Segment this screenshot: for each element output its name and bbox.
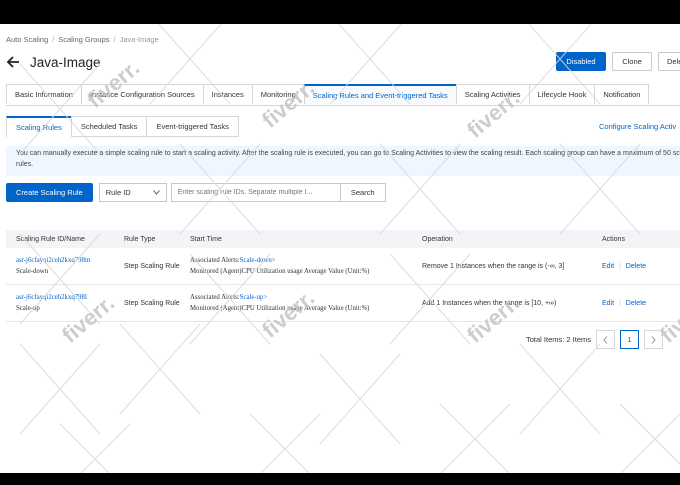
tab-scaling-rules-and-event-triggered-tasks[interactable]: Scaling Rules and Event-triggered Tasks [303, 84, 457, 104]
main-tabs: Basic Information Instance Configuration… [6, 84, 680, 106]
rule-id-link[interactable]: asr-j6cfayqi2ceh2kxq798l [16, 294, 114, 301]
tab-instances[interactable]: Instances [202, 84, 253, 104]
operation-text: Remove 1 Instances when the range is (-∞… [412, 248, 592, 285]
alert-link[interactable]: Scale-up> [240, 294, 268, 301]
alert-link[interactable]: Scale-down> [240, 257, 276, 264]
rule-id-select-value: Rule ID [105, 188, 131, 197]
tab-notification[interactable]: Notification [594, 84, 650, 104]
rule-name: Scale-up [16, 305, 40, 312]
back-arrow-icon[interactable] [6, 55, 20, 69]
clone-button[interactable]: Clone [612, 52, 652, 71]
disabled-button[interactable]: Disabled [556, 52, 606, 71]
delete-button[interactable]: Dele [658, 52, 680, 71]
breadcrumb-auto-scaling[interactable]: Auto Scaling [6, 35, 48, 44]
toolbar: Create Scaling Rule Rule ID Search [6, 183, 386, 202]
create-scaling-rule-button[interactable]: Create Scaling Rule [6, 183, 93, 202]
rule-type: Step Scaling Rule [114, 248, 180, 285]
tab-scaling-activities[interactable]: Scaling Activities [455, 84, 530, 104]
col-actions: Actions [592, 230, 680, 248]
rule-type: Step Scaling Rule [114, 284, 180, 322]
chevron-right-icon [651, 335, 656, 344]
breadcrumb-current: Java-Image [119, 35, 159, 44]
configure-scaling-activity-link[interactable]: Configure Scaling Activ [599, 122, 676, 131]
table-row: asr-j6cfayqi2ceh2kxq798m Scale-down Step… [6, 248, 680, 285]
rule-id-select[interactable]: Rule ID [98, 183, 167, 202]
subtab-scheduled-tasks[interactable]: Scheduled Tasks [70, 116, 148, 137]
col-start-time: Start Time [180, 230, 412, 248]
table-row: asr-j6cfayqi2ceh2kxq798l Scale-up Step S… [6, 284, 680, 322]
search-button[interactable]: Search [340, 183, 386, 202]
table-header-row: Scaling Rule ID/Name Rule Type Start Tim… [6, 230, 680, 248]
col-rule-type: Rule Type [114, 230, 180, 248]
pagination: Total Items: 2 Items 1 [526, 330, 664, 349]
operation-text: Add 1 Instances when the range is [10, +… [412, 284, 592, 322]
rule-name: Scale-down [16, 268, 49, 275]
col-operation: Operation [412, 230, 592, 248]
prev-page-button[interactable] [596, 330, 616, 349]
tab-basic-information[interactable]: Basic Information [6, 84, 82, 104]
breadcrumb: Auto Scaling / Scaling Groups / Java-Image [6, 35, 159, 44]
page-title: Java-Image [30, 54, 101, 70]
subtab-event-triggered-tasks[interactable]: Event-triggered Tasks [146, 116, 239, 137]
alert-prefix: Associated Alerts: [190, 257, 240, 264]
chevron-down-icon [152, 188, 160, 197]
chevron-left-icon [603, 335, 608, 344]
alert-prefix: Associated Alerts: [190, 294, 240, 301]
page-number[interactable]: 1 [620, 330, 640, 349]
col-rule-id-name: Scaling Rule ID/Name [6, 230, 114, 248]
edit-link[interactable]: Edit [602, 263, 614, 270]
search-input[interactable] [170, 183, 341, 202]
tab-instance-configuration-sources[interactable]: Instance Configuration Sources [80, 84, 204, 104]
sub-tabs: Scaling Rules Scheduled Tasks Event-trig… [6, 116, 239, 138]
rule-id-link[interactable]: asr-j6cfayqi2ceh2kxq798m [16, 257, 114, 264]
metric-text: Monitored (Agent)CPU Utilization usage A… [190, 305, 370, 312]
tab-monitoring[interactable]: Monitoring [251, 84, 305, 104]
delete-link[interactable]: Delete [626, 263, 646, 270]
console-frame: Auto Scaling / Scaling Groups / Java-Image J… [0, 24, 680, 473]
scaling-rules-table: Scaling Rule ID/Name Rule Type Start Tim… [6, 230, 680, 322]
info-notice: You can manually execute a simple scalin… [6, 146, 680, 176]
breadcrumb-scaling-groups[interactable]: Scaling Groups [58, 35, 109, 44]
subtab-scaling-rules[interactable]: Scaling Rules [6, 116, 72, 137]
total-items: Total Items: 2 Items [526, 335, 592, 344]
metric-text: Monitored (Agent)CPU Utilization usage A… [190, 268, 370, 275]
next-page-button[interactable] [644, 330, 664, 349]
delete-link[interactable]: Delete [626, 300, 646, 307]
edit-link[interactable]: Edit [602, 300, 614, 307]
tab-lifecycle-hook[interactable]: Lifecycle Hook [528, 84, 596, 104]
